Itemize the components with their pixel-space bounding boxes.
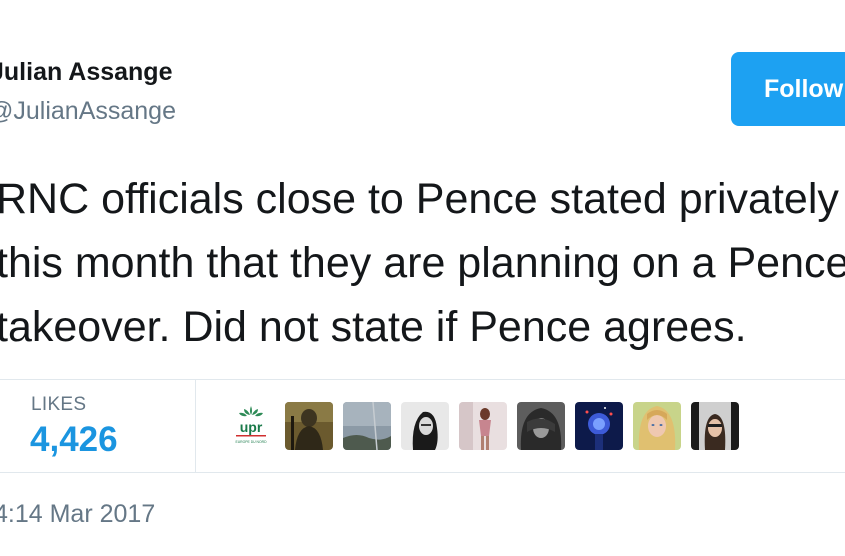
likes-count: 4,426 bbox=[30, 420, 118, 459]
liker-avatar-selfie[interactable] bbox=[691, 402, 739, 450]
likes-label: LIKES bbox=[31, 394, 87, 415]
tweet-line: this month that they are planning on a P… bbox=[0, 239, 845, 287]
liker-avatar-blue-night[interactable] bbox=[575, 402, 623, 450]
upr-logo-icon: upr EUROPE DU NORD bbox=[227, 402, 275, 450]
woman-image-icon bbox=[401, 402, 449, 450]
svg-text:EUROPE DU NORD: EUROPE DU NORD bbox=[235, 440, 267, 444]
woman-image-icon bbox=[517, 402, 565, 450]
svg-text:upr: upr bbox=[240, 419, 263, 435]
tweet-line: takeover. Did not state if Pence agrees. bbox=[0, 303, 747, 351]
soldier-image-icon bbox=[285, 402, 333, 450]
liker-avatar-sky[interactable] bbox=[343, 402, 391, 450]
liker-avatar-woman-bw[interactable] bbox=[401, 402, 449, 450]
likers-avatars: upr EUROPE DU NORD bbox=[227, 402, 739, 450]
tweet-text: RNC officials close to Pence stated priv… bbox=[0, 167, 845, 359]
tweet-timestamp[interactable]: 4:14 Mar 2017 bbox=[0, 500, 155, 529]
woman-image-icon bbox=[691, 402, 739, 450]
woman-image-icon bbox=[633, 402, 681, 450]
follow-button[interactable]: Follow bbox=[731, 52, 845, 126]
liker-avatar-soldier[interactable] bbox=[285, 402, 333, 450]
woman-image-icon bbox=[459, 402, 507, 450]
stats-top-divider bbox=[0, 379, 845, 380]
stats-vertical-divider bbox=[195, 379, 196, 472]
liker-avatar-upr[interactable]: upr EUROPE DU NORD bbox=[227, 402, 275, 450]
liker-avatar-woman-pink[interactable] bbox=[459, 402, 507, 450]
user-handle[interactable]: @JulianAssange bbox=[0, 97, 176, 126]
liker-avatar-blonde[interactable] bbox=[633, 402, 681, 450]
tweet-line: RNC officials close to Pence stated priv… bbox=[0, 175, 839, 223]
stats-bottom-divider bbox=[0, 472, 845, 473]
display-name[interactable]: Julian Assange bbox=[0, 58, 172, 87]
sky-image-icon bbox=[343, 402, 391, 450]
liker-avatar-woman-hair[interactable] bbox=[517, 402, 565, 450]
night-image-icon bbox=[575, 402, 623, 450]
